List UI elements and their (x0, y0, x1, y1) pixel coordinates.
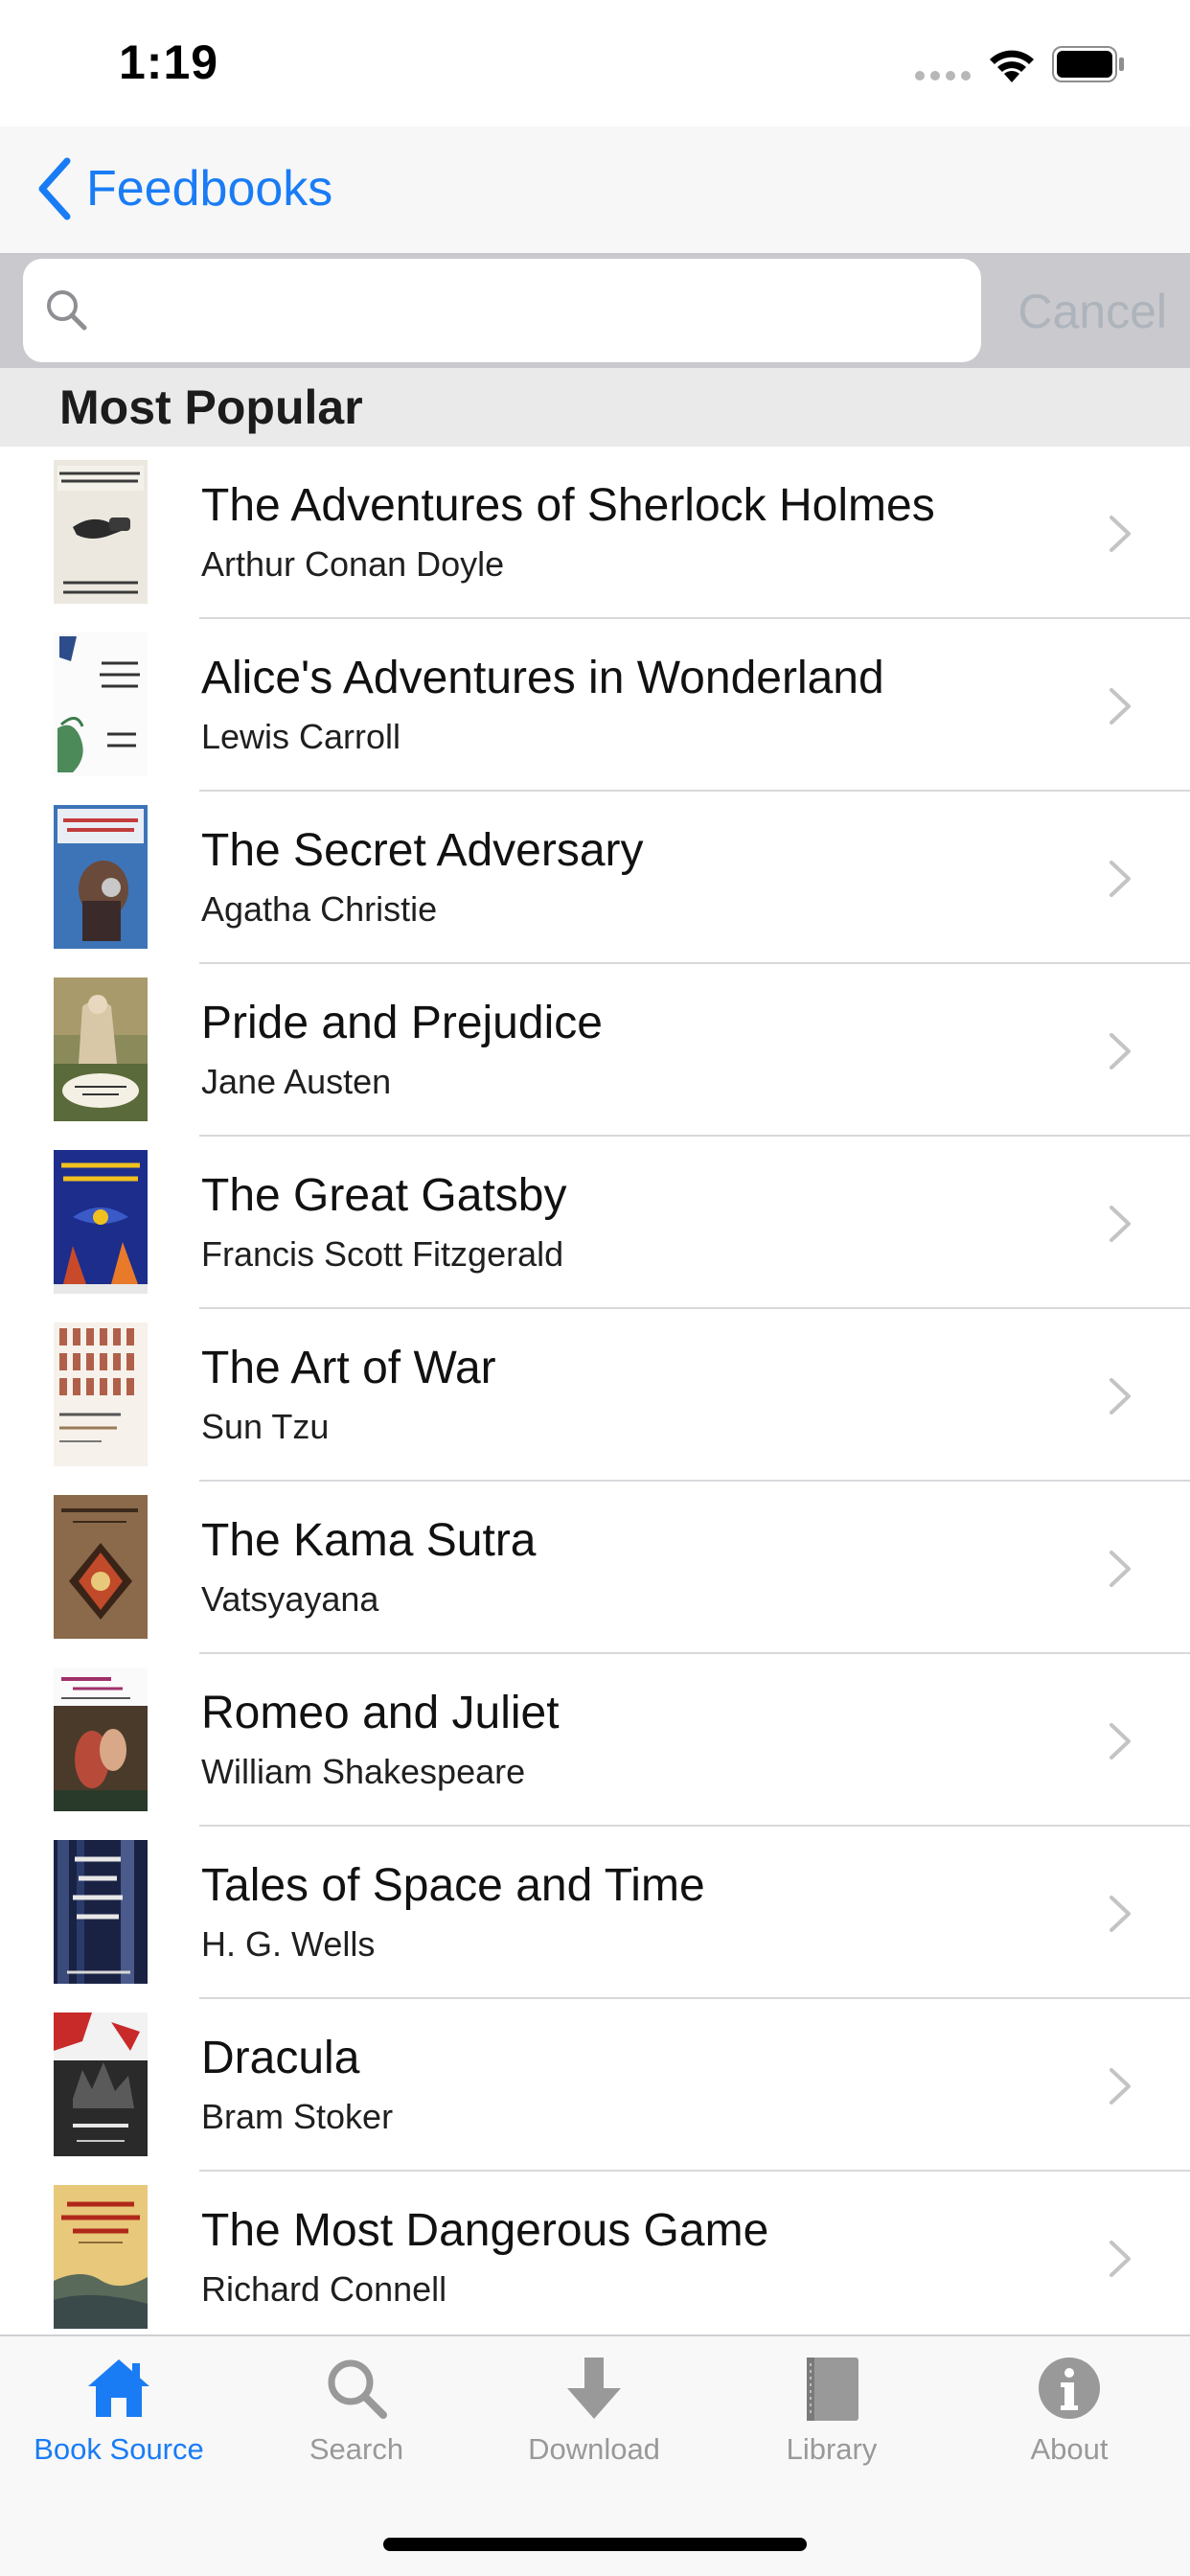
book-cover-image (54, 1495, 148, 1639)
book-row[interactable]: The Great Gatsby Francis Scott Fitzgeral… (0, 1137, 1190, 1309)
book-author: Francis Scott Fitzgerald (201, 1234, 564, 1274)
book-title: Tales of Space and Time (201, 1860, 705, 1911)
chevron-right-icon (1110, 516, 1131, 552)
book-author: Jane Austen (201, 1062, 392, 1101)
book-title: Romeo and Juliet (201, 1688, 560, 1738)
chevron-right-icon (1110, 2068, 1131, 2104)
book-cover-image (54, 2185, 148, 2329)
book-cover-image (54, 460, 148, 604)
book-author: Lewis Carroll (201, 717, 401, 756)
navigation-bar: Feedbooks (0, 126, 1190, 255)
chevron-right-icon (1110, 2241, 1131, 2277)
book-title: Alice's Adventures in Wonderland (201, 653, 884, 703)
tab-book-source[interactable]: Book Source (0, 2356, 238, 2499)
tab-search[interactable]: Search (238, 2356, 475, 2499)
search-icon (328, 2359, 387, 2419)
book-row[interactable]: Romeo and Juliet William Shakespeare (0, 1654, 1190, 1827)
book-author: Richard Connell (201, 2269, 447, 2309)
book-row[interactable]: The Art of War Sun Tzu (0, 1309, 1190, 1482)
chevron-right-icon (1110, 1378, 1131, 1414)
tab-label: Search (309, 2432, 404, 2466)
battery-icon (1052, 46, 1124, 82)
book-author: Vatsyayana (201, 1579, 379, 1619)
download-icon (567, 2358, 621, 2419)
book-row[interactable]: The Secret Adversary Agatha Christie (0, 792, 1190, 964)
status-time: 1:19 (119, 35, 219, 89)
tab-label: Book Source (34, 2432, 204, 2466)
book-cover-image (54, 1668, 148, 1811)
book-row[interactable]: The Kama Sutra Vatsyayana (0, 1482, 1190, 1654)
chevron-right-icon (1110, 688, 1131, 724)
tab-label: Download (528, 2432, 660, 2466)
tab-about[interactable]: About (950, 2356, 1188, 2499)
book-cover-image (54, 805, 148, 949)
book-title: The Art of War (201, 1343, 496, 1393)
book-title: The Adventures of Sherlock Holmes (201, 480, 935, 531)
section-header: Most Popular (0, 368, 1190, 447)
cellular-signal-icon (915, 71, 971, 80)
tab-label: About (1030, 2432, 1109, 2466)
search-field[interactable] (23, 259, 981, 362)
cancel-button[interactable]: Cancel (1018, 284, 1167, 339)
book-author: H. G. Wells (201, 1924, 376, 1964)
book-title: Dracula (201, 2033, 360, 2083)
book-row[interactable]: Pride and Prejudice Jane Austen (0, 964, 1190, 1137)
chevron-right-icon (1110, 861, 1131, 897)
book-list[interactable]: The Adventures of Sherlock Holmes Arthur… (0, 447, 1190, 2334)
status-bar: 1:19 (0, 0, 1190, 126)
search-input[interactable] (103, 272, 950, 351)
tab-library[interactable]: Library (713, 2356, 950, 2499)
book-author: William Shakespeare (201, 1752, 526, 1791)
search-icon (47, 290, 87, 331)
book-row[interactable]: Alice's Adventures in Wonderland Lewis C… (0, 619, 1190, 792)
book-author: Sun Tzu (201, 1407, 330, 1446)
chevron-left-icon (38, 157, 71, 220)
chevron-right-icon (1110, 1551, 1131, 1587)
book-title: The Secret Adversary (201, 825, 644, 876)
book-title: The Great Gatsby (201, 1170, 567, 1221)
book-title: Pride and Prejudice (201, 998, 603, 1048)
home-indicator (383, 2538, 807, 2551)
chevron-right-icon (1110, 1896, 1131, 1932)
section-title: Most Popular (59, 380, 363, 434)
book-cover-image (54, 632, 148, 776)
chevron-right-icon (1110, 1206, 1131, 1242)
book-cover-image (54, 1150, 148, 1294)
book-cover-image (54, 978, 148, 1121)
book-row[interactable]: Dracula Bram Stoker (0, 1999, 1190, 2172)
book-author: Arthur Conan Doyle (201, 544, 505, 584)
app-screen: 1:19 Feedbooks Cancel Most Popular The A… (0, 0, 1190, 2576)
book-icon (807, 2358, 858, 2421)
book-row[interactable]: The Most Dangerous Game Richard Connell (0, 2172, 1190, 2334)
book-author: Agatha Christie (201, 889, 438, 929)
chevron-right-icon (1110, 1723, 1131, 1760)
tab-download[interactable]: Download (475, 2356, 713, 2499)
book-title: The Most Dangerous Game (201, 2205, 769, 2256)
book-cover-image (54, 1840, 148, 1984)
search-bar: Cancel (0, 255, 1190, 368)
book-cover-image (54, 1322, 148, 1466)
back-label: Feedbooks (86, 161, 333, 217)
wifi-icon (990, 50, 1034, 82)
book-cover-image (54, 2012, 148, 2156)
chevron-right-icon (1110, 1033, 1131, 1070)
book-row[interactable]: Tales of Space and Time H. G. Wells (0, 1827, 1190, 1999)
info-icon (1039, 2358, 1100, 2419)
book-title: The Kama Sutra (201, 1515, 537, 1566)
book-author: Bram Stoker (201, 2097, 394, 2136)
tab-label: Library (786, 2432, 878, 2466)
book-row[interactable]: The Adventures of Sherlock Holmes Arthur… (0, 447, 1190, 619)
house-icon (88, 2359, 149, 2417)
back-button[interactable]: Feedbooks (34, 155, 332, 222)
